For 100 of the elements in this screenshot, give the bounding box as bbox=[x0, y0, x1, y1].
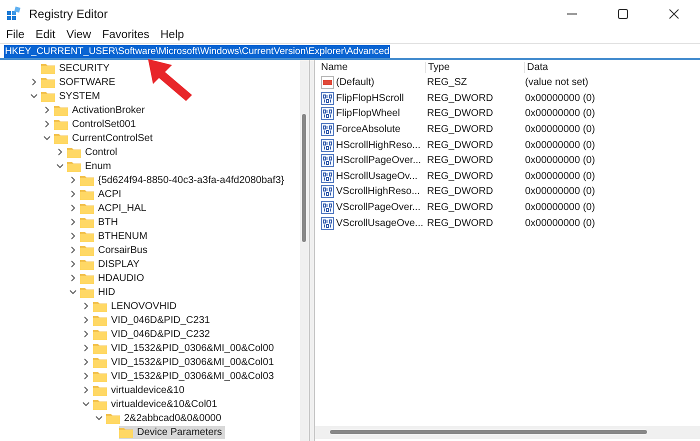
menu-item[interactable]: Favorites bbox=[102, 29, 150, 41]
binary-value-icon bbox=[321, 185, 334, 198]
address-field[interactable]: HKEY_CURRENT_USER\Software\Microsoft\Windows\CurrentVersion\Explorer\Advanced bbox=[0, 43, 700, 60]
menu-item[interactable]: Edit bbox=[36, 29, 56, 41]
chevron-icon[interactable] bbox=[69, 288, 77, 296]
chevron-icon[interactable] bbox=[82, 386, 90, 394]
chevron-icon[interactable] bbox=[43, 106, 51, 114]
value-type: REG_DWORD bbox=[426, 218, 494, 229]
chevron-icon[interactable] bbox=[82, 344, 90, 352]
tree-item[interactable]: VID_046D&PID_C232 bbox=[93, 328, 213, 340]
tree-item[interactable]: virtualdevice&10&Col01 bbox=[93, 398, 220, 410]
value-type: REG_DWORD bbox=[426, 92, 494, 104]
column-header[interactable]: Data bbox=[525, 62, 677, 73]
value-data: 0x00000000 (0) bbox=[524, 155, 596, 166]
chevron-icon[interactable] bbox=[82, 400, 90, 408]
chevron-icon[interactable] bbox=[69, 218, 77, 226]
menu-item[interactable]: Help bbox=[160, 29, 184, 41]
tree-item[interactable]: {5d624f94-8850-40c3-a3fa-a4fd2080baf3} bbox=[80, 174, 288, 186]
close-icon[interactable] bbox=[668, 8, 680, 20]
tree-item[interactable]: ActivationBroker bbox=[54, 104, 148, 116]
folder-icon bbox=[67, 146, 81, 158]
tree-item[interactable]: CurrentControlSet bbox=[54, 132, 156, 144]
tree-item[interactable]: Device Parameters bbox=[119, 426, 226, 438]
chevron-icon[interactable] bbox=[43, 120, 51, 128]
maximize-icon[interactable] bbox=[617, 8, 629, 20]
chevron-icon[interactable] bbox=[56, 162, 64, 170]
chevron-icon[interactable] bbox=[82, 330, 90, 338]
column-header[interactable]: Name bbox=[319, 62, 426, 73]
folder-icon bbox=[54, 104, 68, 116]
registry-icon bbox=[6, 6, 22, 22]
folder-icon bbox=[67, 160, 81, 172]
chevron-icon[interactable] bbox=[69, 260, 77, 268]
value-name[interactable]: FlipFlopHScroll bbox=[336, 92, 404, 104]
scrollbar-thumb[interactable] bbox=[330, 430, 647, 434]
chevron-icon[interactable] bbox=[69, 190, 77, 198]
tree-item[interactable]: HDAUDIO bbox=[80, 272, 148, 284]
value-name[interactable]: FlipFlopWheel bbox=[336, 108, 400, 120]
tree-item[interactable]: SOFTWARE bbox=[41, 76, 118, 88]
folder-icon bbox=[119, 426, 133, 438]
chevron-icon[interactable] bbox=[69, 176, 77, 184]
tree-item[interactable]: BTHENUM bbox=[80, 230, 150, 242]
folder-icon bbox=[41, 62, 55, 74]
value-data: 0x00000000 (0) bbox=[524, 92, 596, 104]
scrollbar-thumb[interactable] bbox=[302, 114, 306, 242]
tree-item[interactable]: SECURITY bbox=[41, 62, 113, 74]
chevron-icon[interactable] bbox=[69, 274, 77, 282]
value-name[interactable]: (Default) bbox=[336, 77, 374, 88]
tree-item[interactable]: 2&2abbcad0&0&0000 bbox=[106, 412, 224, 424]
value-name[interactable]: HScrollUsageOv... bbox=[336, 170, 418, 182]
binary-value-icon bbox=[321, 107, 334, 120]
chevron-icon[interactable] bbox=[56, 148, 64, 156]
value-name[interactable]: VScrollUsageOve... bbox=[336, 218, 424, 229]
tree-item[interactable]: VID_1532&PID_0306&MI_00&Col03 bbox=[93, 370, 277, 382]
column-header[interactable]: Type bbox=[426, 62, 525, 73]
tree-item[interactable]: HID bbox=[80, 286, 118, 298]
tree-item[interactable]: CorsairBus bbox=[80, 244, 150, 256]
binary-value-icon bbox=[321, 170, 334, 183]
tree-item[interactable]: BTH bbox=[80, 216, 121, 228]
value-data: 0x00000000 (0) bbox=[524, 108, 596, 120]
value-name[interactable]: VScrollHighReso... bbox=[336, 186, 420, 198]
tree-item[interactable]: Control bbox=[67, 146, 120, 158]
menu-item[interactable]: File bbox=[6, 29, 25, 41]
chevron-icon[interactable] bbox=[30, 78, 38, 86]
value-data: 0x00000000 (0) bbox=[524, 124, 596, 136]
menu-item[interactable]: View bbox=[66, 29, 92, 41]
folder-icon bbox=[80, 286, 94, 298]
value-name[interactable]: ForceAbsolute bbox=[336, 124, 400, 136]
tree-item[interactable]: ACPI bbox=[80, 188, 124, 200]
value-name[interactable]: VScrollPageOver... bbox=[336, 202, 420, 214]
tree-item[interactable]: ACPI_HAL bbox=[80, 202, 150, 214]
binary-value-icon bbox=[321, 92, 334, 105]
value-data: 0x00000000 (0) bbox=[524, 202, 596, 214]
chevron-icon[interactable] bbox=[69, 246, 77, 254]
binary-value-icon bbox=[321, 138, 334, 152]
chevron-icon[interactable] bbox=[69, 232, 77, 240]
chevron-icon[interactable] bbox=[30, 92, 38, 100]
chevron-icon[interactable] bbox=[69, 204, 77, 212]
binary-value-icon bbox=[321, 123, 334, 136]
folder-icon bbox=[80, 258, 94, 270]
folder-icon bbox=[93, 356, 107, 368]
chevron-icon[interactable] bbox=[82, 372, 90, 380]
chevron-icon[interactable] bbox=[95, 414, 103, 422]
address-text: HKEY_CURRENT_USER\Software\Microsoft\Windows\CurrentVersion\Explorer\Advanced bbox=[4, 44, 390, 58]
tree-item[interactable]: DISPLAY bbox=[80, 258, 142, 270]
string-value-icon bbox=[321, 76, 334, 90]
value-name[interactable]: HScrollHighReso... bbox=[336, 140, 420, 151]
tree-item[interactable]: ControlSet001 bbox=[54, 118, 139, 130]
folder-icon bbox=[41, 90, 55, 102]
tree-item[interactable]: VID_1532&PID_0306&MI_00&Col01 bbox=[93, 356, 277, 368]
tree-item[interactable]: VID_046D&PID_C231 bbox=[93, 314, 213, 326]
chevron-icon[interactable] bbox=[82, 358, 90, 366]
chevron-icon[interactable] bbox=[82, 316, 90, 324]
tree-item[interactable]: Enum bbox=[67, 160, 114, 172]
chevron-icon[interactable] bbox=[43, 134, 51, 142]
tree-item[interactable]: virtualdevice&10 bbox=[93, 384, 188, 396]
value-name[interactable]: HScrollPageOver... bbox=[336, 155, 422, 166]
tree-item[interactable]: VID_1532&PID_0306&MI_00&Col00 bbox=[93, 342, 277, 354]
tree-item[interactable]: LENOVOVHID bbox=[93, 300, 180, 312]
chevron-icon[interactable] bbox=[82, 302, 90, 310]
tree-item[interactable]: SYSTEM bbox=[41, 90, 104, 102]
